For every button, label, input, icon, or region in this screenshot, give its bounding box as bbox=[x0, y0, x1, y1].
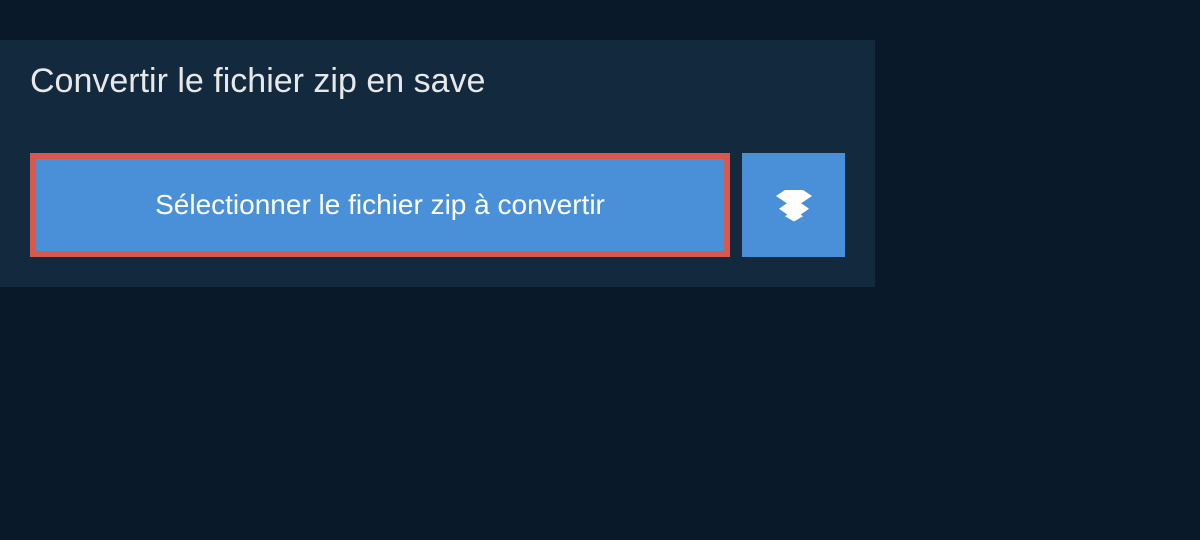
dropbox-icon bbox=[776, 187, 812, 223]
converter-panel: Convertir le fichier zip en save Sélecti… bbox=[0, 40, 875, 287]
select-file-label: Sélectionner le fichier zip à convertir bbox=[155, 189, 605, 221]
dropbox-button[interactable] bbox=[742, 153, 845, 257]
select-file-button[interactable]: Sélectionner le fichier zip à convertir bbox=[30, 153, 730, 257]
page-title: Convertir le fichier zip en save bbox=[0, 40, 615, 123]
button-row: Sélectionner le fichier zip à convertir bbox=[0, 123, 875, 287]
